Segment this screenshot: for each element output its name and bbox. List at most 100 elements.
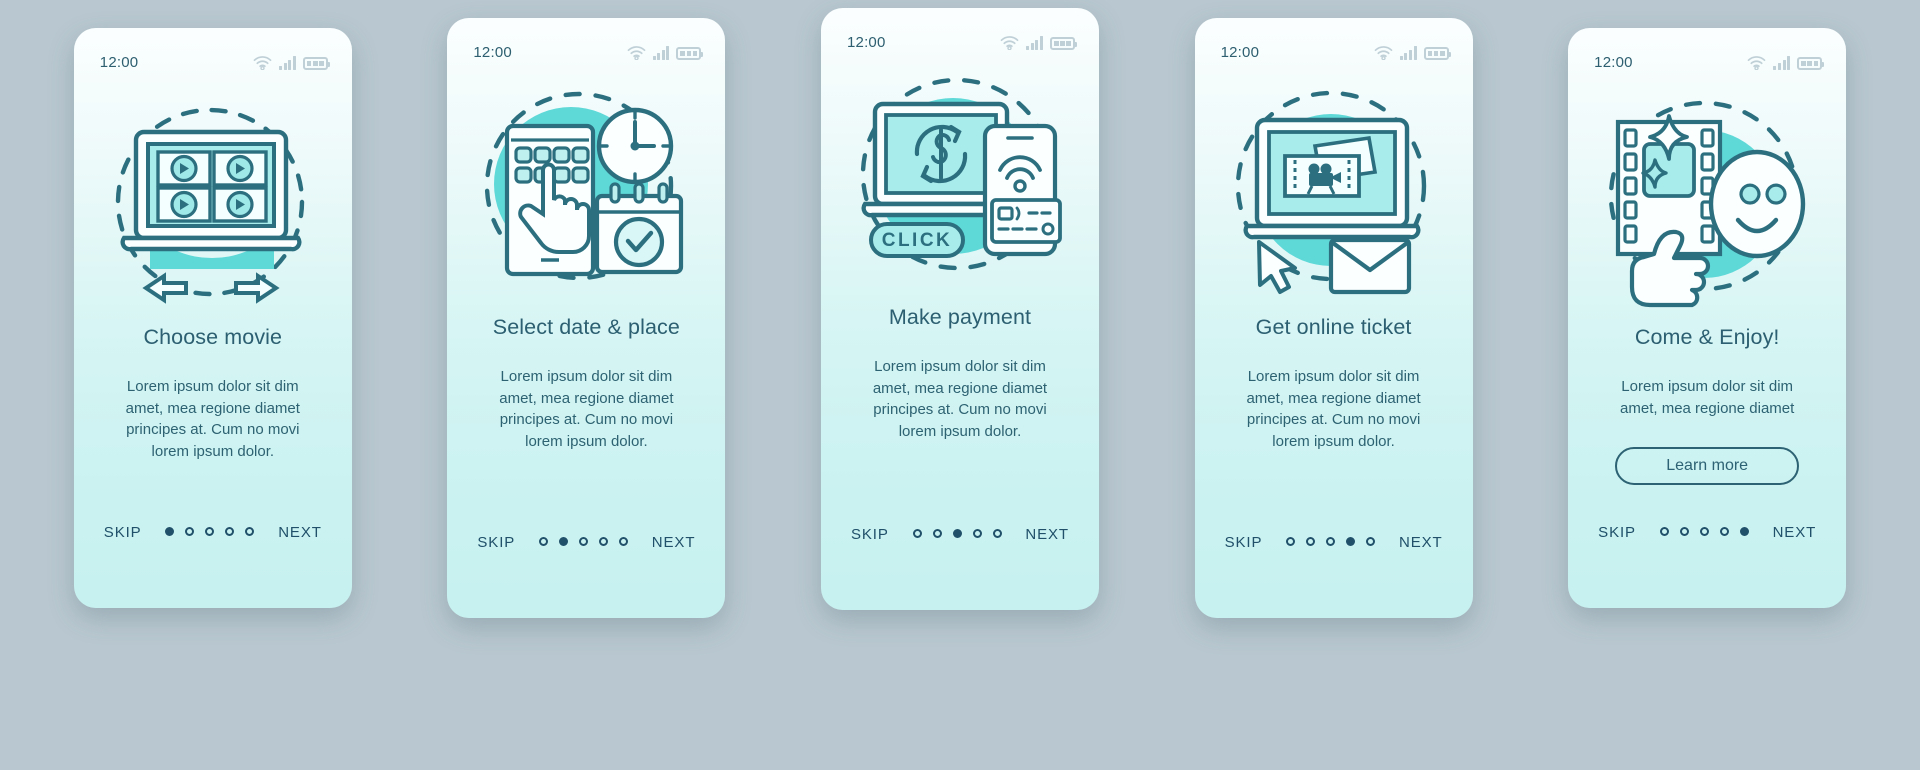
illustration-seatmap-clock-calendar-icon (447, 64, 725, 309)
pagination-dot[interactable] (165, 527, 175, 536)
learn-more-button[interactable]: Learn more (1615, 447, 1800, 485)
pagination-dot[interactable] (598, 537, 608, 546)
pagination-dot[interactable] (618, 537, 628, 546)
page-title: Make payment (888, 305, 1032, 329)
illustration-laptop-movie-grid-icon (74, 74, 352, 319)
wifi-icon (627, 45, 646, 60)
onboarding-screen-make-payment: 12:00 CLICK Make payment Lorem ipsum dol… (820, 8, 1099, 610)
pagination-dot[interactable] (538, 537, 548, 546)
next-button[interactable]: NEXT (652, 534, 696, 551)
pagination-dot[interactable] (912, 529, 922, 538)
pagination-dots (912, 526, 1002, 538)
phone-slot-5: 12:00 Come & Enjoy! Lorem ipsum dolor si… (1520, 0, 1894, 608)
next-button[interactable]: NEXT (1773, 524, 1817, 541)
pagination-dots (538, 534, 628, 546)
pagination-dot[interactable] (1286, 537, 1296, 546)
battery-icon (1049, 36, 1077, 50)
cellular-signal-icon (1026, 35, 1043, 50)
skip-button[interactable]: SKIP (477, 534, 515, 551)
footer-nav: SKIP NEXT (74, 496, 352, 608)
cellular-signal-icon (1773, 55, 1791, 70)
pagination-dots (1286, 534, 1376, 546)
status-bar-icons (1747, 55, 1825, 70)
page-title: Get online ticket (1255, 315, 1412, 339)
status-bar-time: 12:00 (99, 53, 139, 71)
illustration-filmstrip-smiley-thumbsup-icon (1568, 74, 1846, 319)
footer-nav: SKIP NEXT (1568, 496, 1846, 608)
pagination-dots (1659, 524, 1749, 536)
status-bar: 12:00 (74, 28, 352, 74)
page-body-text: Lorem ipsum dolor sit dim amet, mea regi… (499, 368, 674, 450)
pagination-dot[interactable] (558, 537, 568, 546)
page-body-text: Lorem ipsum dolor sit dim amet, mea regi… (872, 358, 1048, 440)
pagination-dot[interactable] (1326, 537, 1336, 546)
onboarding-screen-come-and-enjoy: 12:00 Come & Enjoy! Lorem ipsum dolor si… (1568, 28, 1847, 608)
status-bar: 12:00 (447, 18, 725, 64)
page-title: Come & Enjoy! (1634, 325, 1780, 349)
pagination-dots (165, 524, 255, 536)
pagination-dot[interactable] (1699, 527, 1709, 536)
onboarding-screen-choose-movie: 12:00 Choose movie Lorem ipsum dolor sit… (73, 28, 352, 608)
cellular-signal-icon (1399, 45, 1417, 60)
cellular-signal-icon (652, 45, 670, 60)
illustration-payment-laptop-phone-icon: CLICK (821, 54, 1099, 299)
status-bar: 12:00 (1568, 28, 1846, 74)
pagination-dot[interactable] (185, 527, 195, 536)
illustration-laptop-tickets-envelope-icon (1195, 64, 1473, 309)
pagination-dot[interactable] (1346, 537, 1356, 546)
wifi-icon (1747, 55, 1766, 70)
page-body-text: Lorem ipsum dolor sit dim amet, mea regi… (1246, 368, 1421, 450)
pagination-dot[interactable] (1719, 527, 1729, 536)
status-bar: 12:00 (821, 8, 1099, 54)
onboarding-screens-row: 12:00 Choose movie Lorem ipsum dolor sit… (0, 0, 1920, 770)
phone-slot-3: 12:00 CLICK Make payment Lorem ipsum dol… (773, 0, 1147, 610)
phone-slot-4: 12:00 Get online ticket Lorem ipsum dolo… (1147, 0, 1521, 618)
page-title: Select date & place (492, 315, 680, 339)
status-bar-icons (1000, 35, 1077, 50)
cellular-signal-icon (279, 55, 296, 70)
pagination-dot[interactable] (1659, 527, 1669, 536)
skip-button[interactable]: SKIP (104, 524, 142, 541)
pagination-dot[interactable] (1366, 537, 1376, 546)
next-button[interactable]: NEXT (1399, 534, 1443, 551)
battery-icon (676, 46, 704, 60)
pagination-dot[interactable] (225, 527, 235, 536)
pagination-dot[interactable] (972, 529, 982, 538)
status-bar-time: 12:00 (1220, 43, 1260, 61)
wifi-icon (253, 55, 272, 70)
onboarding-screen-select-date-place: 12:00 Select date & place Lorem ipsum do… (447, 18, 726, 618)
pagination-dot[interactable] (1306, 537, 1316, 546)
wifi-icon (1374, 45, 1393, 60)
page-body-text: Lorem ipsum dolor sit dim amet, mea regi… (125, 378, 300, 460)
status-bar-icons (627, 45, 704, 60)
status-bar-icons (253, 55, 330, 70)
footer-nav: SKIP NEXT (821, 498, 1099, 610)
status-bar: 12:00 (1195, 18, 1473, 64)
pagination-dot[interactable] (932, 529, 942, 538)
pagination-dot[interactable] (578, 537, 588, 546)
skip-button[interactable]: SKIP (1598, 524, 1636, 541)
next-button[interactable]: NEXT (1025, 526, 1069, 543)
onboarding-screen-get-online-ticket: 12:00 Get online ticket Lorem ipsum dolo… (1194, 18, 1473, 618)
battery-icon (1423, 46, 1451, 60)
battery-icon (1797, 56, 1825, 70)
status-bar-time: 12:00 (473, 43, 512, 61)
click-label: CLICK (882, 230, 953, 251)
phone-slot-2: 12:00 Select date & place Lorem ipsum do… (400, 0, 774, 618)
status-bar-time: 12:00 (1594, 53, 1633, 71)
pagination-dot[interactable] (992, 529, 1002, 538)
pagination-dot[interactable] (205, 527, 215, 536)
skip-button[interactable]: SKIP (851, 526, 889, 543)
pagination-dot[interactable] (245, 527, 255, 536)
skip-button[interactable]: SKIP (1225, 534, 1263, 551)
pagination-dot[interactable] (952, 529, 962, 538)
footer-nav: SKIP NEXT (447, 506, 725, 618)
status-bar-time: 12:00 (846, 33, 886, 51)
pagination-dot[interactable] (1679, 527, 1689, 536)
pagination-dot[interactable] (1739, 527, 1749, 536)
footer-nav: SKIP NEXT (1195, 506, 1473, 618)
next-button[interactable]: NEXT (278, 524, 322, 541)
battery-icon (302, 56, 330, 70)
wifi-icon (1000, 35, 1019, 50)
page-body-text: Lorem ipsum dolor sit dim amet, mea regi… (1620, 378, 1795, 417)
